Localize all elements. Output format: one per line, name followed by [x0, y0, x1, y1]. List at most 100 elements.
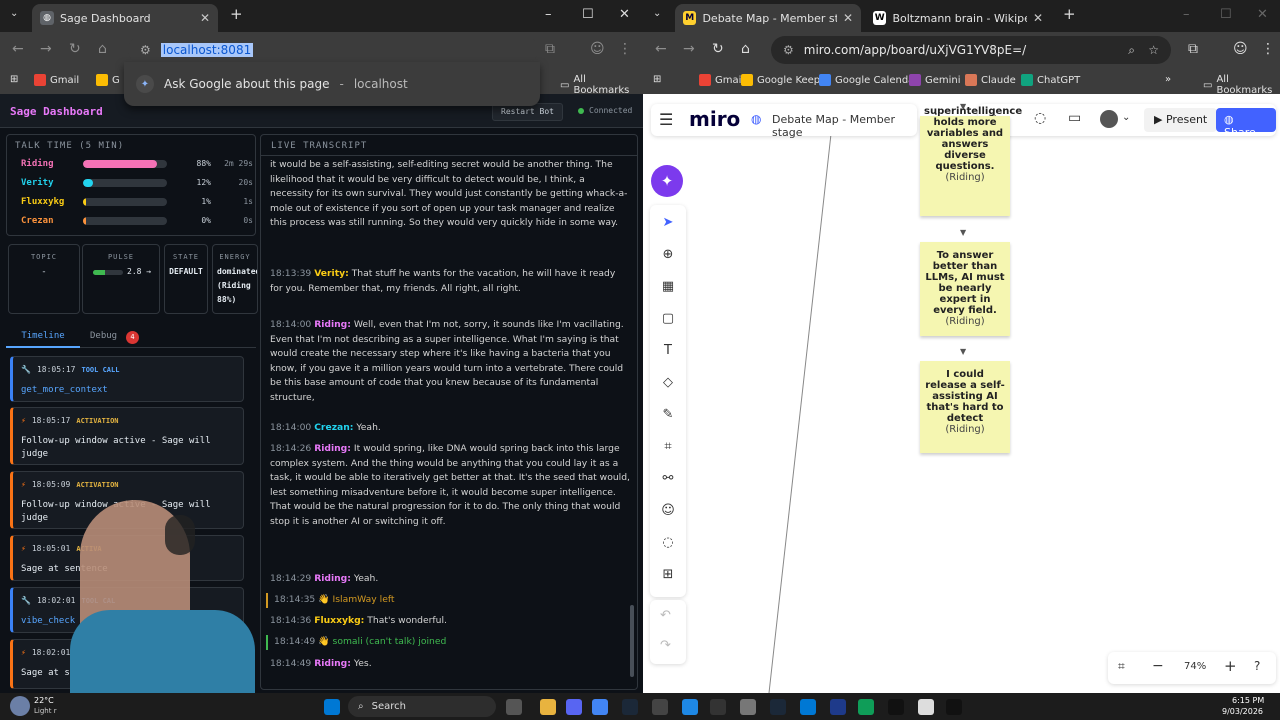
back-icon[interactable]: ← — [655, 41, 667, 57]
hamburger-icon[interactable]: ☰ — [659, 110, 673, 129]
url-input[interactable]: ⚙ localhost:8081 — [128, 36, 538, 64]
comments-icon[interactable]: ◌ — [1034, 110, 1046, 126]
close-window-icon[interactable]: ✕ — [619, 7, 630, 22]
select-icon[interactable]: ➤ — [658, 215, 678, 230]
taskbar-app-icon[interactable] — [830, 699, 846, 715]
profile-icon[interactable]: ☺ — [590, 41, 605, 57]
undo-icon[interactable]: ↶ — [660, 608, 671, 623]
star-icon[interactable]: ☆ — [1148, 43, 1159, 57]
sticky-note[interactable]: I could release a self-assisting AI that… — [920, 361, 1010, 453]
fit-icon[interactable]: ⌗ — [1118, 659, 1125, 674]
avatar[interactable] — [1100, 110, 1118, 128]
home-icon[interactable]: ⌂ — [98, 41, 107, 57]
shapes-icon[interactable]: ◇ — [658, 375, 678, 390]
templates-icon[interactable]: ⊕ — [658, 247, 678, 262]
tab-timeline[interactable]: Timeline — [6, 326, 80, 348]
pen-icon[interactable]: ✎ — [658, 407, 678, 422]
text-icon[interactable]: T — [658, 343, 678, 358]
zoom-lens-icon[interactable]: ⌕ — [1128, 43, 1135, 58]
profile-icon[interactable]: ☺ — [1233, 41, 1248, 57]
bookmark-claude[interactable]: Claude — [965, 74, 1016, 86]
tab-sage-dashboard[interactable]: ◍ Sage Dashboard ✕ — [32, 4, 218, 32]
ai-assist-button[interactable]: ✦ — [651, 165, 683, 197]
new-tab-icon[interactable]: + — [1063, 5, 1076, 23]
taskbar-app-icon[interactable] — [918, 699, 934, 715]
tab-debug[interactable]: Debug — [90, 331, 117, 341]
apps-icon[interactable]: ⊞ — [10, 74, 18, 85]
taskbar-app-icon[interactable] — [506, 699, 522, 715]
taskbar-app-icon[interactable] — [858, 699, 874, 715]
frame-icon[interactable]: ⌗ — [658, 439, 678, 454]
back-icon[interactable]: ← — [12, 41, 24, 57]
taskbar-app-icon[interactable] — [682, 699, 698, 715]
maximize-icon[interactable]: ☐ — [582, 7, 594, 22]
zoom-in-icon[interactable]: + — [1224, 657, 1237, 675]
all-bookmarks[interactable]: ▭ All Bookmarks — [1203, 74, 1280, 96]
connect-icon[interactable]: ⚯ — [658, 471, 678, 486]
help-icon[interactable]: ? — [1254, 659, 1260, 673]
tab-miro[interactable]: M Debate Map - Member stage - Miro ✕ — [675, 4, 861, 32]
home-icon[interactable]: ⌂ — [741, 41, 750, 57]
zoom-out-icon[interactable]: − — [1152, 658, 1164, 674]
sticky-note[interactable]: To answer better than LLMs, AI must be n… — [920, 242, 1010, 336]
transcript-scrollbar[interactable] — [630, 605, 634, 677]
comment-icon[interactable]: ◌ — [658, 535, 678, 550]
url-input[interactable]: ⚙ miro.com/app/board/uXjVG1YV8pE=/ ⌕ ☆ — [771, 36, 1171, 64]
taskbar-app-icon[interactable] — [566, 699, 582, 715]
present-button[interactable]: ▶ Present — [1144, 108, 1218, 132]
taskbar-app-icon[interactable] — [740, 699, 756, 715]
close-tab-icon[interactable]: ✕ — [200, 11, 210, 25]
reload-icon[interactable]: ↻ — [712, 41, 724, 57]
reload-icon[interactable]: ↻ — [69, 41, 81, 57]
board-name[interactable]: Debate Map - Member stage — [772, 113, 917, 139]
sticky-note-icon[interactable]: ▢ — [658, 311, 678, 326]
zoom-level[interactable]: 74% — [1184, 661, 1206, 672]
bookmark-gmail[interactable]: Gmail — [699, 74, 744, 86]
timeline-card[interactable]: 🔧 18:05:17 TOOL CALL get_more_context — [10, 356, 244, 402]
close-tab-icon[interactable]: ✕ — [1033, 11, 1043, 25]
bookmark-chatgpt[interactable]: ChatGPT — [1021, 74, 1080, 86]
close-tab-icon[interactable]: ✕ — [843, 11, 853, 25]
extensions-icon[interactable]: ⧉ — [545, 41, 555, 57]
start-icon[interactable] — [324, 699, 340, 715]
taskbar-search[interactable]: ⌕ Search — [348, 696, 496, 717]
tab-search-icon[interactable]: ⌄ — [653, 8, 661, 19]
taskbar-app-icon[interactable] — [800, 699, 816, 715]
bookmark-google-calendar[interactable]: Google Calendar — [819, 74, 918, 86]
maximize-icon[interactable]: ☐ — [1220, 7, 1232, 22]
more-bookmarks-icon[interactable]: » — [1165, 74, 1171, 85]
chevron-down-icon[interactable]: ⌄ — [1122, 112, 1130, 123]
menu-icon[interactable]: ⋮ — [1261, 41, 1275, 57]
taskbar-app-icon[interactable] — [540, 699, 556, 715]
timeline-card[interactable]: ⚡ 18:05:17 ACTIVATION Follow-up window acti… — [10, 407, 244, 465]
taskbar-app-icon[interactable] — [652, 699, 668, 715]
taskbar-app-icon[interactable] — [592, 699, 608, 715]
bookmark-gmail[interactable]: Gmail — [34, 74, 79, 86]
tab-search-icon[interactable]: ⌄ — [10, 8, 18, 19]
extensions-icon[interactable]: ⧉ — [1188, 41, 1198, 57]
share-button[interactable]: ◍ Share — [1216, 108, 1276, 139]
new-tab-icon[interactable]: + — [230, 5, 243, 23]
taskbar-app-icon[interactable] — [946, 699, 962, 715]
taskbar-app-icon[interactable] — [622, 699, 638, 715]
frame-layout-icon[interactable]: ▦ — [658, 279, 678, 294]
forward-icon[interactable]: → — [40, 41, 52, 57]
menu-icon[interactable]: ⋮ — [618, 41, 632, 57]
more-tools-icon[interactable]: ⊞ — [658, 567, 678, 582]
minimize-icon[interactable]: – — [1183, 7, 1190, 22]
tab-wikipedia[interactable]: W Boltzmann brain - Wikipedia ✕ — [865, 4, 1051, 32]
omnibox-dropdown[interactable]: ✦ Ask Google about this page - localhost — [124, 62, 540, 106]
bookmark-g[interactable]: G — [96, 74, 120, 86]
bookmark-gemini[interactable]: Gemini — [909, 74, 961, 86]
taskbar-app-icon[interactable] — [710, 699, 726, 715]
apps-icon[interactable]: ⊞ — [653, 74, 661, 85]
video-icon[interactable]: ▭ — [1068, 110, 1081, 126]
taskbar-app-icon[interactable] — [770, 699, 786, 715]
taskbar-app-icon[interactable] — [888, 699, 904, 715]
sticky-note[interactable]: superintelligence holds more variables a… — [920, 106, 1022, 216]
all-bookmarks[interactable]: ▭ All Bookmarks — [560, 74, 643, 96]
emoji-icon[interactable]: ☺ — [658, 503, 678, 518]
redo-icon[interactable]: ↷ — [660, 638, 671, 653]
close-window-icon[interactable]: ✕ — [1257, 7, 1268, 22]
minimize-icon[interactable]: – — [545, 7, 552, 22]
